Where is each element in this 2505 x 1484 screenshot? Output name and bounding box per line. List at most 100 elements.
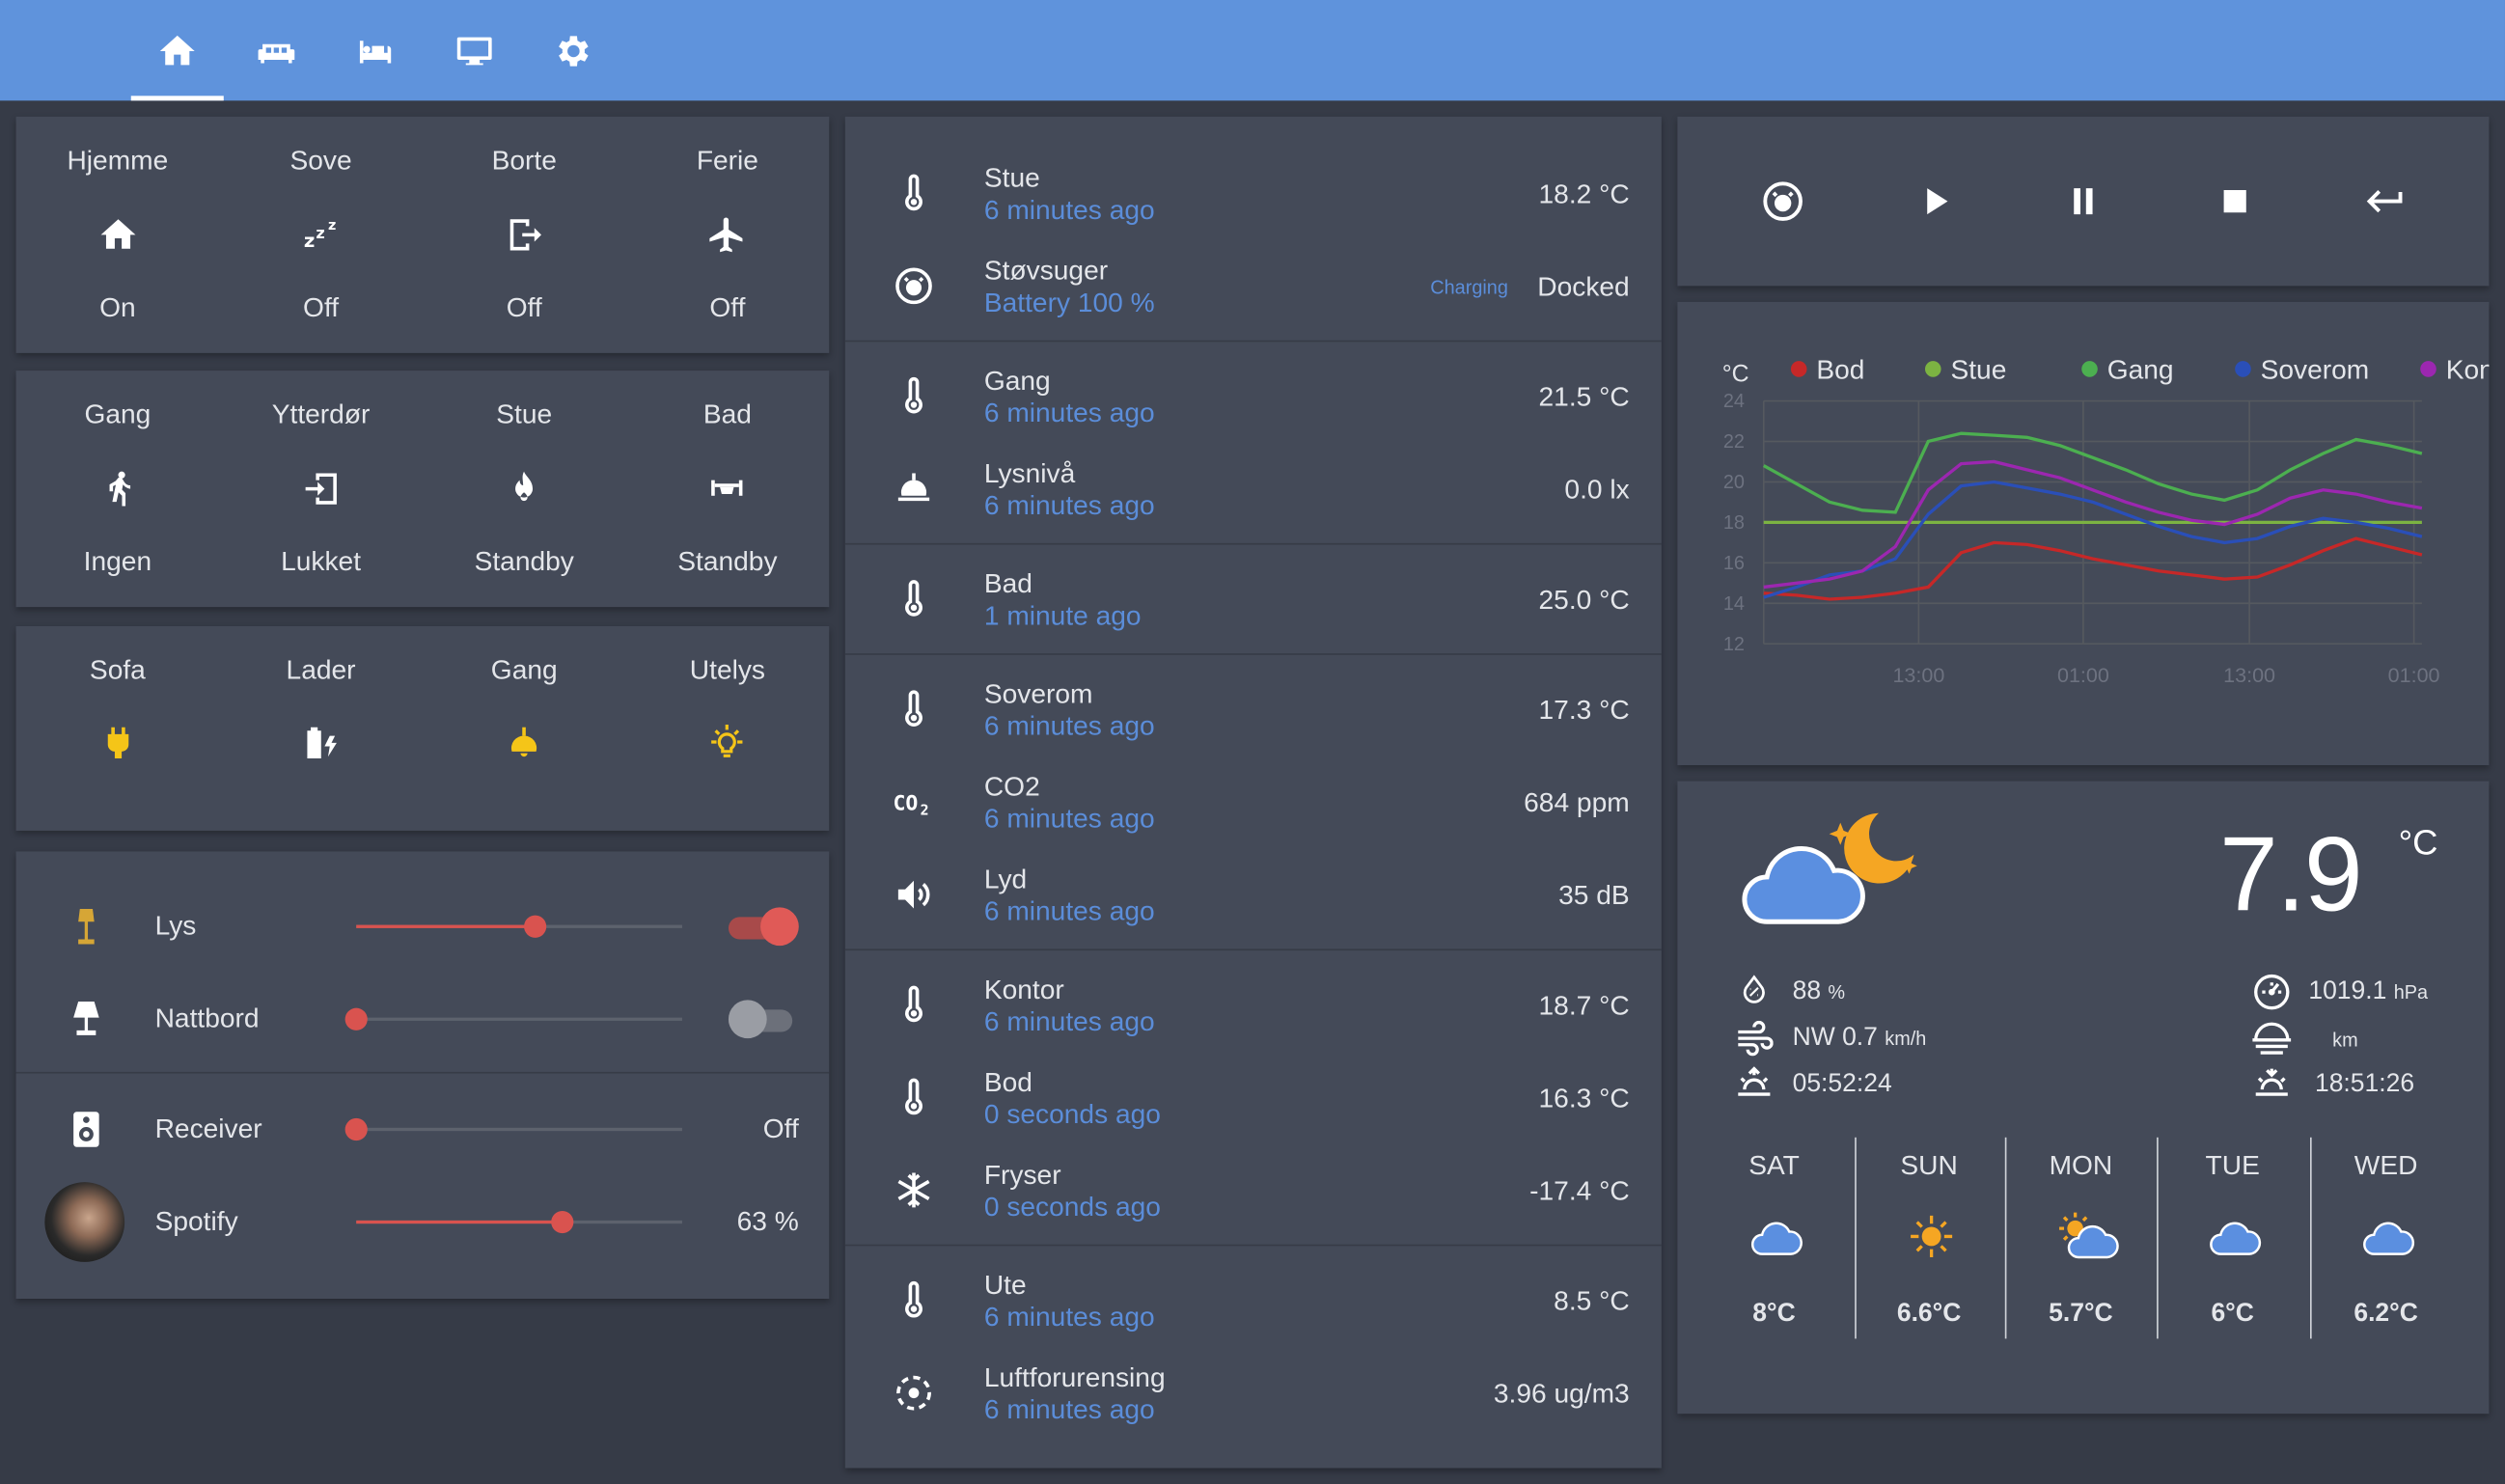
mode-state: Off (303, 291, 340, 323)
home-icon (159, 35, 195, 65)
mode-hjemme[interactable]: Hjemme On (16, 117, 220, 353)
forecast-day-label: SAT (1748, 1150, 1800, 1181)
tab-bedroom[interactable] (329, 0, 422, 100)
entity-row[interactable]: Gang 6 minutes ago 21.5 °C (845, 350, 1662, 443)
divider (844, 948, 1662, 951)
stop-icon (2223, 190, 2246, 213)
co2-icon: CO 2 (893, 782, 934, 823)
visibility-icon (2249, 1021, 2294, 1056)
entity-updated: 6 minutes ago (983, 490, 1155, 521)
legend-item: Bod (1816, 354, 1864, 384)
entity-name: Stue (983, 162, 1040, 194)
x-tick-label: 01:00 (2057, 664, 2109, 687)
entity-row[interactable]: Soverom 6 minutes ago 17.3 °C (845, 663, 1662, 756)
sensor-bad[interactable]: Bad Standby (626, 371, 830, 607)
snowflake-icon (893, 1169, 934, 1211)
cloud-icon (1749, 1209, 1803, 1263)
x-tick-label: 01:00 (2388, 664, 2440, 687)
entity-name: Luftforurensing (983, 1362, 1166, 1393)
mode-sove[interactable]: Sove zzz Off (219, 117, 423, 353)
light-label: Utelys (689, 654, 766, 686)
slider-knob[interactable] (344, 1007, 368, 1031)
entity-row[interactable]: Luftforurensing 6 minutes ago 3.96 ug/m3 (845, 1347, 1662, 1440)
light-gang[interactable]: Gang (423, 626, 626, 831)
light-sensor-icon (893, 468, 934, 509)
vacuum-status: Charging (1430, 276, 1508, 299)
nattbord-slider[interactable] (344, 1007, 682, 1031)
entity-value: 0.0 lx (1564, 474, 1630, 506)
sensor-ytterdor[interactable]: Ytterdør Lukket (219, 371, 423, 607)
lys-toggle[interactable] (728, 907, 799, 947)
pause-button[interactable] (2051, 169, 2115, 233)
entity-row[interactable]: Kontor 6 minutes ago 18.7 °C (845, 958, 1662, 1051)
tab-home[interactable] (130, 0, 224, 101)
sensor-stue[interactable]: Stue Standby (423, 371, 626, 607)
entity-value: 17.3 °C (1538, 695, 1630, 726)
legend-marker (1790, 361, 1807, 377)
light-lader[interactable]: Lader (219, 626, 423, 831)
entity-updated: 6 minutes ago (983, 895, 1155, 927)
monitor-icon (456, 36, 492, 65)
sunrise-icon (1735, 1065, 1774, 1100)
entity-row[interactable]: Bad 1 minute ago 25.0 °C (845, 553, 1662, 646)
entity-value: 18.2 °C (1538, 179, 1630, 209)
light-label: Sofa (89, 654, 146, 686)
entity-row[interactable]: Ute 6 minutes ago 8.5 °C (845, 1254, 1662, 1347)
humidity-value: 88 % (1792, 977, 1846, 1005)
control-label: Lys (154, 910, 197, 942)
temperature-chart: 24 22 20 18 16 14 12 13:00 01:00 13:00 01:00 °C Bod S… (1722, 354, 2505, 687)
spotify-volume-slider[interactable] (356, 1210, 682, 1234)
sensor-gang[interactable]: Gang Ingen (16, 371, 220, 607)
nattbord-toggle[interactable] (728, 1000, 799, 1039)
top-navigation-bar (0, 0, 2505, 101)
legend-item: Soverom (2261, 354, 2370, 384)
receiver-slider[interactable] (344, 1117, 682, 1141)
slider-knob[interactable] (344, 1117, 368, 1141)
entity-row[interactable]: Lyd 6 minutes ago 35 dB (845, 848, 1662, 941)
entity-row[interactable]: Lysnivå 6 minutes ago 0.0 lx (845, 443, 1662, 536)
controls-card: Lys Nattbord Receiver Off Spotify 63 % (15, 851, 831, 1300)
bed-icon (359, 40, 392, 63)
tab-media[interactable] (428, 0, 521, 100)
entity-name: Fryser (983, 1159, 1061, 1191)
walk-icon (96, 468, 138, 509)
stop-button[interactable] (2203, 169, 2267, 233)
forecast-temp: 8°C (1752, 1300, 1796, 1328)
entity-row[interactable]: Stue 6 minutes ago 18.2 °C (845, 147, 1662, 239)
entity-row[interactable]: Støvsuger Battery 100 % Charging Docked (845, 239, 1662, 332)
return-icon (2366, 190, 2403, 213)
robot-vacuum-icon (893, 265, 934, 307)
entity-updated: 6 minutes ago (983, 1394, 1155, 1425)
spotify-volume: 63 % (736, 1205, 799, 1237)
slider-knob[interactable] (550, 1210, 573, 1234)
mode-ferie[interactable]: Ferie Off (626, 117, 830, 353)
entity-updated: 6 minutes ago (983, 1006, 1155, 1037)
light-sofa[interactable]: Sofa (16, 626, 220, 831)
play-button[interactable] (1903, 169, 1967, 233)
pressure-gauge-icon (2252, 973, 2291, 1011)
entity-value: 684 ppm (1524, 787, 1630, 818)
tab-settings[interactable] (527, 0, 619, 100)
temperature-unit: °C (2398, 822, 2438, 864)
light-utelys[interactable]: Utelys (626, 626, 830, 831)
tab-living-room[interactable] (230, 0, 322, 100)
sensor-label: Stue (496, 398, 553, 430)
return-to-base-button[interactable] (2352, 169, 2415, 233)
mode-borte[interactable]: Borte Off (423, 117, 626, 353)
control-label: Spotify (154, 1205, 238, 1237)
cloudy-night-icon (1742, 804, 1934, 931)
vacuum-button[interactable] (1751, 169, 1815, 233)
visibility-value: km (2332, 1029, 2358, 1052)
mode-state: Off (709, 291, 746, 323)
entity-name: Bod (983, 1066, 1032, 1098)
mode-label: Sove (289, 145, 352, 177)
entity-row[interactable]: CO 2 CO2 6 minutes ago 684 ppm (845, 756, 1662, 848)
slider-knob[interactable] (524, 915, 547, 938)
entity-row[interactable]: Fryser 0 seconds ago -17.4 °C (845, 1143, 1662, 1236)
entity-row[interactable]: Bod 0 seconds ago 16.3 °C (845, 1051, 1662, 1143)
y-tick-label: 14 (1723, 593, 1745, 615)
control-row-lys: Lys (16, 880, 831, 973)
plug-icon (96, 722, 138, 763)
lys-slider[interactable] (356, 915, 682, 938)
entity-battery: Battery 100 % (983, 288, 1155, 318)
